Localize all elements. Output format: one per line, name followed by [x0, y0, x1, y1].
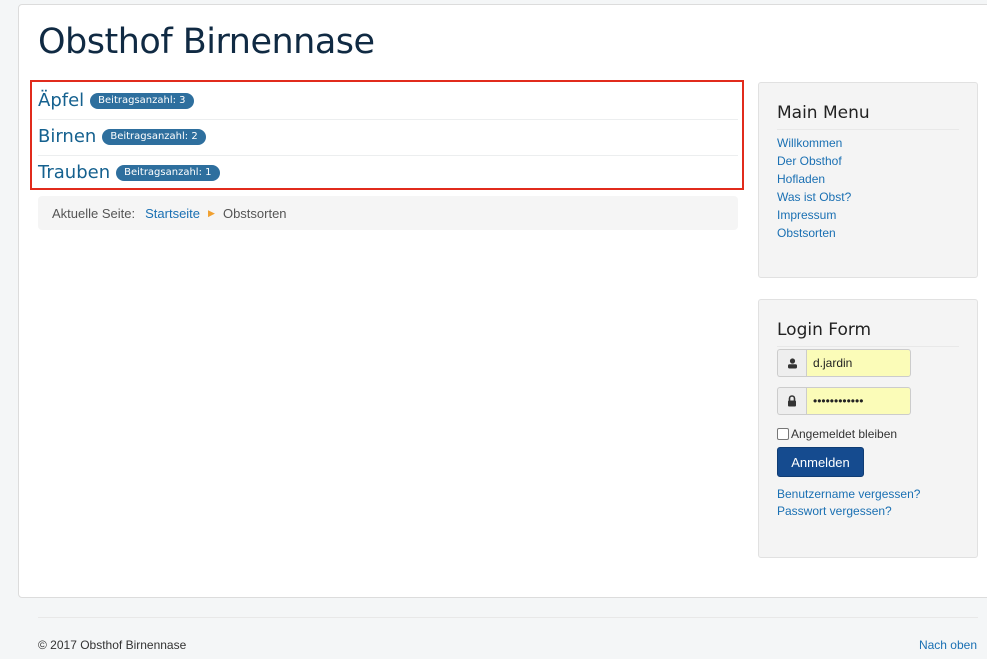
breadcrumb-current: Obstsorten — [222, 205, 287, 221]
post-count-badge: Beitragsanzahl: 3 — [90, 92, 194, 109]
remember-label: Angemeldet bleiben — [791, 427, 898, 441]
category-list: Äpfel Beitragsanzahl: 3 Birnen Beitragsa… — [30, 80, 744, 190]
remember-checkbox[interactable] — [777, 428, 789, 440]
post-count-badge: Beitragsanzahl: 1 — [116, 164, 220, 181]
password-group: •••••••••••• — [777, 387, 911, 415]
breadcrumb-label: Aktuelle Seite: — [52, 205, 136, 221]
category-row: Äpfel Beitragsanzahl: 3 — [38, 82, 738, 120]
login-title: Login Form — [777, 320, 959, 347]
username-group: d.jardin — [777, 349, 911, 377]
footer-divider — [38, 617, 978, 618]
menu-item-willkommen[interactable]: Willkommen — [777, 136, 842, 150]
footer-copyright: © 2017 Obsthof Birnennase — [38, 638, 187, 652]
main-menu-title: Main Menu — [777, 103, 959, 130]
category-link-aepfel[interactable]: Äpfel — [38, 90, 84, 111]
main-menu-module: Main Menu Willkommen Der Obsthof Hoflade… — [758, 82, 978, 278]
site-title: Obsthof Birnennase — [38, 22, 375, 62]
breadcrumb-arrow-icon: ▶ — [208, 207, 215, 218]
main-menu-list: Willkommen Der Obsthof Hofladen Was ist … — [777, 134, 851, 242]
forgot-password-link[interactable]: Passwort vergessen? — [777, 503, 920, 520]
login-module: Login Form d.jardin •••••••••••• Angemel… — [758, 299, 978, 558]
user-icon — [777, 349, 806, 377]
category-link-trauben[interactable]: Trauben — [38, 162, 110, 183]
category-row: Trauben Beitragsanzahl: 1 — [38, 154, 738, 191]
back-to-top-link[interactable]: Nach oben — [919, 638, 977, 652]
login-links: Benutzername vergessen? Passwort vergess… — [777, 486, 920, 520]
post-count-badge: Beitragsanzahl: 2 — [102, 128, 206, 145]
breadcrumb-home-link[interactable]: Startseite — [145, 206, 200, 221]
lock-icon — [777, 387, 806, 415]
breadcrumb: Aktuelle Seite: Startseite ▶ Obstsorten — [38, 196, 738, 230]
login-button[interactable]: Anmelden — [777, 447, 864, 477]
menu-item-der-obsthof[interactable]: Der Obsthof — [777, 154, 842, 168]
menu-item-impressum[interactable]: Impressum — [777, 208, 836, 222]
category-row: Birnen Beitragsanzahl: 2 — [38, 118, 738, 156]
menu-item-was-ist-obst[interactable]: Was ist Obst? — [777, 190, 851, 204]
category-link-birnen[interactable]: Birnen — [38, 126, 96, 147]
menu-item-obstsorten[interactable]: Obstsorten — [777, 226, 836, 240]
password-input[interactable]: •••••••••••• — [806, 387, 911, 415]
menu-item-hofladen[interactable]: Hofladen — [777, 172, 825, 186]
forgot-username-link[interactable]: Benutzername vergessen? — [777, 486, 920, 503]
username-input[interactable]: d.jardin — [806, 349, 911, 377]
remember-me[interactable]: Angemeldet bleiben — [777, 427, 897, 441]
